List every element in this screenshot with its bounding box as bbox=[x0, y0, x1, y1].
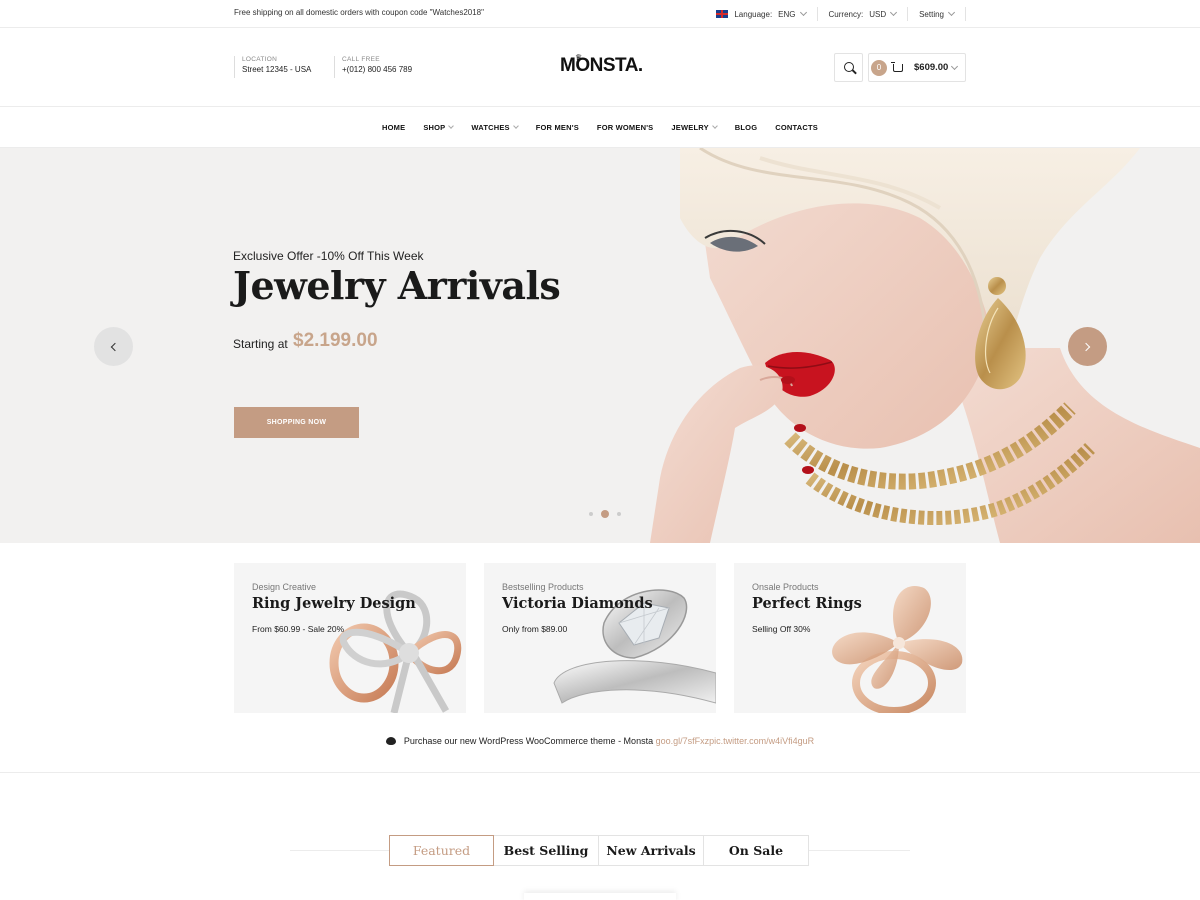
promo-card-victoria-diamonds[interactable]: Bestselling Products Victoria Diamonds O… bbox=[484, 563, 716, 713]
hero-price: $2.199.00 bbox=[293, 330, 378, 351]
nav-item-for-mens[interactable]: FOR MEN'S bbox=[536, 123, 579, 132]
nav-item-jewelry[interactable]: JEWELRY bbox=[671, 122, 718, 132]
main-nav: HOME SHOP WATCHES FOR MEN'S FOR WOMEN'S … bbox=[0, 107, 1200, 148]
chevron-down-icon bbox=[512, 122, 519, 129]
top-bar-settings: Language: ENG Currency: USD Setting bbox=[705, 7, 966, 21]
slider-dots bbox=[585, 510, 625, 518]
tab-on-sale[interactable]: On Sale bbox=[704, 835, 809, 866]
slider-prev-button[interactable] bbox=[94, 327, 133, 366]
chevron-down-icon bbox=[947, 8, 956, 17]
nav-item-blog[interactable]: BLOG bbox=[735, 123, 757, 132]
tab-best-selling[interactable]: Best Selling bbox=[494, 835, 599, 866]
site-logo[interactable]: MONSTA. bbox=[560, 55, 643, 77]
product-card-peek bbox=[524, 893, 676, 900]
hero-model-image bbox=[640, 148, 1200, 543]
tweet-text: Purchase our new WordPress WooCommerce t… bbox=[403, 736, 654, 746]
tab-new-arrivals[interactable]: New Arrivals bbox=[599, 835, 704, 866]
card-title: Ring Jewelry Design bbox=[252, 595, 416, 612]
language-label: Language: bbox=[734, 9, 773, 19]
crown-icon: ♛ bbox=[575, 53, 583, 62]
slider-next-button[interactable] bbox=[1068, 327, 1107, 366]
cart-button[interactable]: 0 $609.00 bbox=[868, 53, 966, 82]
shopping-now-button[interactable]: SHOPPING NOW bbox=[234, 407, 359, 438]
chevron-right-icon bbox=[1081, 342, 1091, 351]
call-value[interactable]: +(012) 800 456 789 bbox=[342, 65, 412, 74]
nav-item-home[interactable]: HOME bbox=[382, 123, 405, 132]
tweet-link[interactable]: goo.gl/7sfFxzpic.twitter.com/w4iVfi4guR bbox=[656, 736, 815, 746]
top-bar: Free shipping on all domestic orders wit… bbox=[0, 0, 1200, 28]
currency-selector[interactable]: Currency: USD bbox=[816, 7, 908, 21]
currency-label: Currency: bbox=[828, 9, 864, 19]
card-subtitle: From $60.99 - Sale 20% bbox=[252, 624, 345, 634]
hero-subtitle: Exclusive Offer -10% Off This Week bbox=[233, 249, 424, 263]
card-caption: Bestselling Products bbox=[502, 582, 584, 592]
chevron-down-icon bbox=[711, 122, 718, 129]
promo-card-perfect-rings[interactable]: Onsale Products Perfect Rings Selling Of… bbox=[734, 563, 966, 713]
card-subtitle: Only from $89.00 bbox=[502, 624, 568, 634]
chevron-down-icon bbox=[951, 62, 959, 70]
language-value: ENG bbox=[778, 9, 796, 19]
slider-dot-active[interactable] bbox=[601, 510, 609, 518]
nav-item-for-womens[interactable]: FOR WOMEN'S bbox=[597, 123, 653, 132]
nav-item-contacts[interactable]: CONTACTS bbox=[775, 123, 818, 132]
card-caption: Design Creative bbox=[252, 582, 317, 592]
search-button[interactable] bbox=[834, 53, 863, 82]
setting-label: Setting bbox=[919, 9, 944, 19]
hero-slider: Exclusive Offer -10% Off This Week Jewel… bbox=[0, 148, 1200, 543]
cart-icon bbox=[891, 61, 903, 72]
currency-value: USD bbox=[869, 9, 887, 19]
card-subtitle: Selling Off 30% bbox=[752, 624, 811, 634]
card-title: Perfect Rings bbox=[752, 595, 862, 612]
nav-item-watches[interactable]: WATCHES bbox=[471, 122, 519, 132]
site-header: LOCATION Street 12345 - USA CALL FREE +(… bbox=[0, 28, 1200, 107]
setting-menu[interactable]: Setting bbox=[907, 7, 966, 21]
twitter-feed-line: Purchase our new WordPress WooCommerce t… bbox=[0, 736, 1200, 746]
language-selector[interactable]: Language: ENG bbox=[705, 7, 816, 21]
promo-text: Free shipping on all domestic orders wit… bbox=[234, 8, 484, 17]
chevron-left-icon bbox=[110, 342, 120, 351]
uk-flag-icon bbox=[716, 10, 729, 18]
nav-item-shop[interactable]: SHOP bbox=[423, 122, 455, 132]
hero-price-label: Starting at bbox=[233, 337, 288, 351]
section-divider bbox=[0, 772, 1200, 773]
call-label: CALL FREE bbox=[342, 56, 380, 63]
chevron-down-icon bbox=[448, 122, 455, 129]
location-value: Street 12345 - USA bbox=[242, 65, 312, 74]
card-caption: Onsale Products bbox=[752, 582, 819, 592]
phone-info: CALL FREE +(012) 800 456 789 bbox=[334, 56, 412, 78]
location-label: LOCATION bbox=[242, 56, 278, 63]
promo-card-ring-design[interactable]: Design Creative Ring Jewelry Design From… bbox=[234, 563, 466, 713]
chevron-down-icon bbox=[799, 8, 807, 17]
cart-count-badge: 0 bbox=[871, 59, 887, 76]
product-tabs: Featured Best Selling New Arrivals On Sa… bbox=[389, 835, 809, 866]
tab-featured[interactable]: Featured bbox=[389, 835, 494, 866]
cart-total: $609.00 bbox=[914, 62, 949, 73]
card-title: Victoria Diamonds bbox=[502, 595, 653, 612]
twitter-icon bbox=[385, 737, 396, 745]
slider-dot[interactable] bbox=[617, 512, 621, 516]
hero-title: Jewelry Arrivals bbox=[233, 263, 561, 308]
slider-dot[interactable] bbox=[589, 512, 593, 516]
chevron-down-icon bbox=[890, 8, 898, 17]
location-info: LOCATION Street 12345 - USA bbox=[234, 56, 311, 78]
